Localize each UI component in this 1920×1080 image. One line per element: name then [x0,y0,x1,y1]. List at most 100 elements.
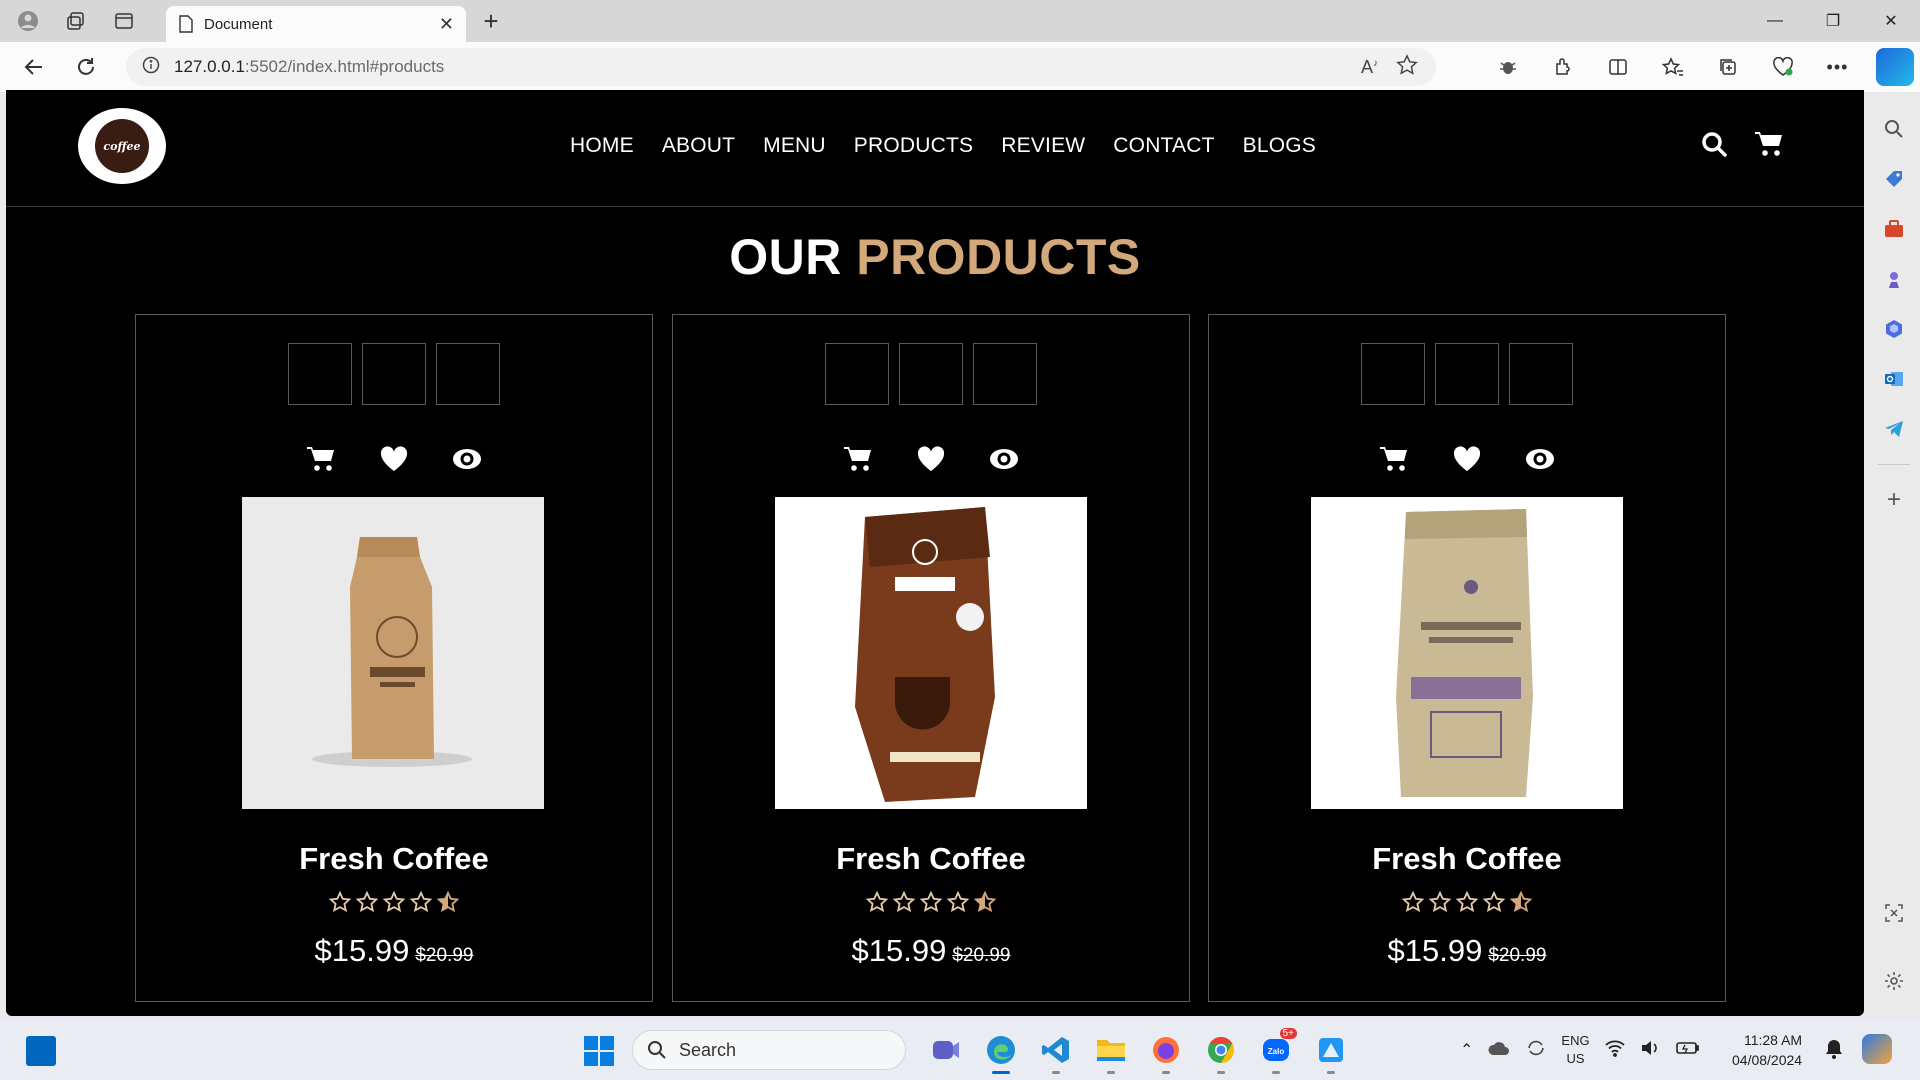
profile-icon[interactable] [4,0,52,42]
close-tab-icon[interactable]: ✕ [439,14,454,35]
firefox-app-icon[interactable] [1138,1026,1193,1074]
product-thumb-slot[interactable] [288,343,352,405]
taskbar-search[interactable]: Search [632,1030,906,1070]
volume-icon[interactable] [1640,1039,1662,1062]
widgets-icon[interactable] [26,1036,56,1066]
star-half-icon [1510,891,1532,913]
browser-essentials-icon[interactable] [1755,42,1810,92]
screenshot-icon[interactable] [1878,897,1910,929]
search-icon[interactable] [1700,130,1728,163]
show-hidden-icons-icon[interactable]: ⌃ [1460,1040,1473,1060]
star-outline-icon [920,891,942,913]
add-to-cart-icon[interactable] [1379,443,1410,474]
nav-about[interactable]: ABOUT [662,134,735,158]
nav-menu[interactable]: MENU [763,134,826,158]
page-icon [179,15,193,33]
star-outline-icon [329,891,351,913]
star-outline-icon [383,891,405,913]
meet-app-icon[interactable] [918,1026,973,1074]
games-icon[interactable] [1878,263,1910,295]
start-button[interactable] [584,1036,614,1066]
read-aloud-icon[interactable]: A♪ [1361,57,1378,78]
product-thumb-slot[interactable] [1509,343,1573,405]
edge-app-icon[interactable] [973,1026,1028,1074]
star-outline-icon [410,891,432,913]
product-price: $15.99 $20.99 [136,933,652,969]
eye-icon[interactable] [1525,443,1556,474]
vertical-tabs-icon[interactable] [100,0,148,42]
eye-icon[interactable] [452,443,483,474]
add-sidebar-app-icon[interactable]: + [1878,484,1910,516]
product-thumb-slot[interactable] [973,343,1037,405]
back-button[interactable] [8,42,60,92]
section-title-our: OUR [729,229,842,285]
shopping-tag-icon[interactable] [1878,163,1910,195]
url-field[interactable]: 127.0.0.1:5502/index.html#products A♪ [126,48,1436,86]
taskbar-clock[interactable]: 11:28 AM 04/08/2024 [1732,1030,1802,1070]
browser-tab-bar: Document ✕ + — ❐ ✕ [0,0,1920,42]
taskbar-search-label: Search [679,1039,737,1060]
telegram-icon[interactable] [1878,413,1910,445]
restore-button[interactable]: ❐ [1804,0,1862,42]
favorite-star-icon[interactable] [1396,53,1418,81]
nav-home[interactable]: HOME [570,134,634,158]
extensions-icon[interactable] [1535,42,1590,92]
address-bar: 127.0.0.1:5502/index.html#products A♪ ••… [0,42,1920,92]
product-image [1311,497,1623,809]
wifi-icon[interactable] [1604,1039,1626,1062]
cart-icon[interactable] [1754,130,1784,163]
favorites-icon[interactable] [1645,42,1700,92]
onedrive-icon[interactable] [1487,1039,1511,1062]
nav-products[interactable]: PRODUCTS [854,134,973,158]
sidebar-settings-icon[interactable] [1878,965,1910,997]
copilot-icon[interactable] [1876,48,1914,86]
heart-icon[interactable] [916,443,947,474]
minimize-button[interactable]: — [1746,0,1804,42]
star-outline-icon [1402,891,1424,913]
search-sidebar-icon[interactable] [1878,113,1910,145]
web-page: coffee HOME ABOUT MENU PRODUCTS REVIEW C… [6,90,1864,1016]
zalo-app-icon[interactable]: Zalo 5+ [1248,1026,1303,1074]
product-thumb-slot[interactable] [362,343,426,405]
tools-icon[interactable] [1878,213,1910,245]
add-to-cart-icon[interactable] [306,443,337,474]
product-thumb-slot[interactable] [825,343,889,405]
tab-document[interactable]: Document ✕ [166,6,466,42]
product-thumb-slot[interactable] [436,343,500,405]
heart-icon[interactable] [1452,443,1483,474]
product-price-old: $20.99 [1488,945,1547,966]
file-explorer-icon[interactable] [1083,1026,1138,1074]
paint-app-icon[interactable] [1303,1026,1358,1074]
product-thumb-slot[interactable] [899,343,963,405]
eye-icon[interactable] [989,443,1020,474]
heart-icon[interactable] [379,443,410,474]
chrome-app-icon[interactable] [1193,1026,1248,1074]
product-thumb-slot[interactable] [1435,343,1499,405]
nav-blogs[interactable]: BLOGS [1243,134,1316,158]
tab-title: Document [204,15,273,33]
sync-icon[interactable] [1525,1038,1547,1063]
input-language[interactable]: ENG US [1561,1032,1589,1068]
nav-review[interactable]: REVIEW [1001,134,1085,158]
close-window-button[interactable]: ✕ [1862,0,1920,42]
lang-primary: ENG [1561,1033,1590,1048]
url-path: :5502/index.html#products [244,57,445,76]
new-tab-button[interactable]: + [474,6,508,36]
outlook-icon[interactable] [1878,363,1910,395]
copilot-taskbar-icon[interactable] [1862,1034,1892,1064]
collections-icon[interactable] [1700,42,1755,92]
battery-icon[interactable] [1675,1040,1700,1061]
refresh-button[interactable] [60,42,112,92]
product-thumb-slot[interactable] [1361,343,1425,405]
workspaces-icon[interactable] [52,0,100,42]
site-info-icon[interactable] [142,56,160,79]
nav-contact[interactable]: CONTACT [1113,134,1214,158]
vscode-app-icon[interactable] [1028,1026,1083,1074]
split-screen-icon[interactable] [1590,42,1645,92]
more-options-icon[interactable]: ••• [1810,42,1865,92]
extension-bug-icon[interactable] [1480,42,1535,92]
notification-bell-icon[interactable] [1824,1038,1844,1065]
coffee-logo[interactable]: coffee [78,108,166,184]
office-icon[interactable] [1878,313,1910,345]
add-to-cart-icon[interactable] [843,443,874,474]
